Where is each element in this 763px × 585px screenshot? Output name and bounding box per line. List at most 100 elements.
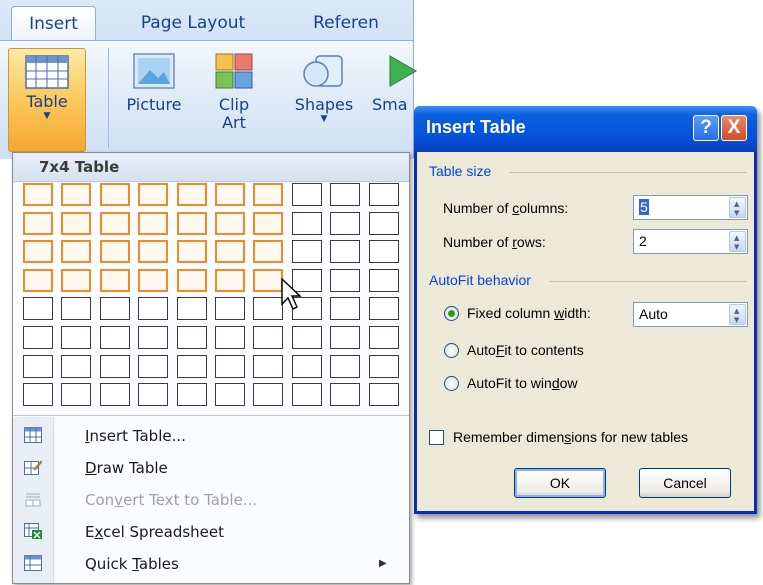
grid-cell[interactable]: [253, 383, 284, 407]
grid-cell[interactable]: [253, 240, 284, 264]
grid-cell[interactable]: [138, 297, 169, 321]
grid-cell[interactable]: [61, 354, 92, 378]
menu-item-excel-spreadsheet[interactable]: Excel Spreadsheet: [13, 517, 409, 547]
grid-cell[interactable]: [368, 211, 399, 235]
grid-cell[interactable]: [23, 297, 53, 321]
grid-cell[interactable]: [176, 183, 207, 206]
rows-spinner[interactable]: 2 ▲ ▼: [633, 229, 748, 254]
grid-cell[interactable]: [330, 240, 361, 264]
menu-item-quick-tables[interactable]: Quick Tables ▶: [13, 549, 409, 579]
smartart-button[interactable]: Sma: [372, 52, 432, 114]
picture-button[interactable]: Picture: [118, 52, 190, 114]
grid-cell[interactable]: [291, 326, 322, 349]
grid-cell[interactable]: [61, 240, 92, 264]
cancel-button[interactable]: Cancel: [639, 468, 731, 498]
grid-cell[interactable]: [138, 268, 169, 292]
grid-cell[interactable]: [330, 354, 361, 378]
grid-cell[interactable]: [138, 211, 169, 235]
columns-spinner[interactable]: 5 ▲ ▼: [633, 195, 748, 220]
grid-cell[interactable]: [138, 183, 169, 206]
grid-cell[interactable]: [215, 268, 245, 292]
grid-cell[interactable]: [176, 211, 207, 235]
grid-cell[interactable]: [330, 326, 361, 349]
grid-cell[interactable]: [368, 354, 399, 378]
grid-cell[interactable]: [176, 268, 207, 292]
grid-cell[interactable]: [99, 297, 130, 321]
menu-item-insert-table[interactable]: Insert Table...: [13, 421, 409, 451]
grid-cell[interactable]: [215, 240, 245, 264]
grid-cell[interactable]: [291, 211, 322, 235]
grid-cell[interactable]: [61, 297, 92, 321]
grid-cell[interactable]: [253, 183, 284, 206]
grid-cell[interactable]: [138, 240, 169, 264]
remember-dimensions-checkbox[interactable]: [429, 430, 444, 445]
grid-cell[interactable]: [330, 383, 361, 407]
grid-cell[interactable]: [215, 183, 245, 206]
close-button[interactable]: X: [721, 115, 747, 141]
grid-cell[interactable]: [253, 297, 284, 321]
grid-cell[interactable]: [330, 297, 361, 321]
grid-cell[interactable]: [368, 268, 399, 292]
grid-cell[interactable]: [61, 183, 92, 206]
grid-cell[interactable]: [99, 240, 130, 264]
grid-cell[interactable]: [99, 211, 130, 235]
fixed-width-label[interactable]: Fixed column width:: [467, 305, 591, 321]
grid-cell[interactable]: [368, 240, 399, 264]
remember-dimensions-label[interactable]: Remember dimensions for new tables: [453, 429, 688, 445]
grid-cell[interactable]: [253, 268, 284, 292]
grid-cell[interactable]: [138, 326, 169, 349]
shapes-button[interactable]: Shapes ▼: [284, 52, 364, 124]
grid-cell[interactable]: [215, 326, 245, 349]
grid-cell[interactable]: [23, 383, 53, 407]
tab-references[interactable]: Referen: [296, 6, 396, 40]
grid-cell[interactable]: [291, 354, 322, 378]
grid-cell[interactable]: [215, 297, 245, 321]
grid-cell[interactable]: [61, 268, 92, 292]
grid-cell[interactable]: [253, 354, 284, 378]
grid-cell[interactable]: [23, 211, 53, 235]
grid-cell[interactable]: [99, 354, 130, 378]
grid-cell[interactable]: [176, 297, 207, 321]
grid-cell[interactable]: [368, 383, 399, 407]
grid-cell[interactable]: [23, 354, 53, 378]
columns-value[interactable]: 5: [639, 199, 649, 215]
grid-cell[interactable]: [23, 183, 53, 206]
grid-cell[interactable]: [23, 326, 53, 349]
grid-cell[interactable]: [330, 183, 361, 206]
grid-cell[interactable]: [330, 268, 361, 292]
autofit-contents-label[interactable]: AutoFit to contents: [467, 342, 584, 358]
grid-cell[interactable]: [215, 354, 245, 378]
tab-page-layout[interactable]: Page Layout: [128, 6, 258, 40]
grid-cell[interactable]: [61, 383, 92, 407]
grid-cell[interactable]: [61, 211, 92, 235]
grid-cell[interactable]: [368, 326, 399, 349]
grid-cell[interactable]: [291, 183, 322, 206]
autofit-window-label[interactable]: AutoFit to window: [467, 375, 578, 391]
grid-cell[interactable]: [368, 297, 399, 321]
grid-cell[interactable]: [23, 240, 53, 264]
grid-cell[interactable]: [176, 326, 207, 349]
rows-value[interactable]: 2: [639, 233, 647, 249]
grid-cell[interactable]: [99, 326, 130, 349]
grid-cell[interactable]: [99, 183, 130, 206]
grid-cell[interactable]: [291, 240, 322, 264]
grid-cell[interactable]: [215, 383, 245, 407]
grid-cell[interactable]: [176, 240, 207, 264]
clip-art-button[interactable]: Clip Art: [204, 52, 264, 132]
grid-cell[interactable]: [23, 268, 53, 292]
grid-cell[interactable]: [253, 211, 284, 235]
grid-cell[interactable]: [138, 354, 169, 378]
grid-cell[interactable]: [176, 383, 207, 407]
fixed-width-radio[interactable]: [444, 306, 459, 321]
tab-insert[interactable]: Insert: [11, 6, 96, 41]
table-button[interactable]: Table ▼: [8, 48, 86, 152]
columns-spin-buttons[interactable]: ▲ ▼: [729, 197, 746, 218]
rows-spin-buttons[interactable]: ▲ ▼: [729, 231, 746, 252]
autofit-window-radio[interactable]: [444, 376, 459, 391]
dialog-titlebar[interactable]: Insert Table ? X: [414, 106, 757, 152]
fixed-width-value[interactable]: Auto: [639, 306, 668, 322]
grid-cell[interactable]: [291, 383, 322, 407]
grid-cell[interactable]: [99, 268, 130, 292]
grid-cell[interactable]: [330, 211, 361, 235]
grid-cell[interactable]: [138, 383, 169, 407]
